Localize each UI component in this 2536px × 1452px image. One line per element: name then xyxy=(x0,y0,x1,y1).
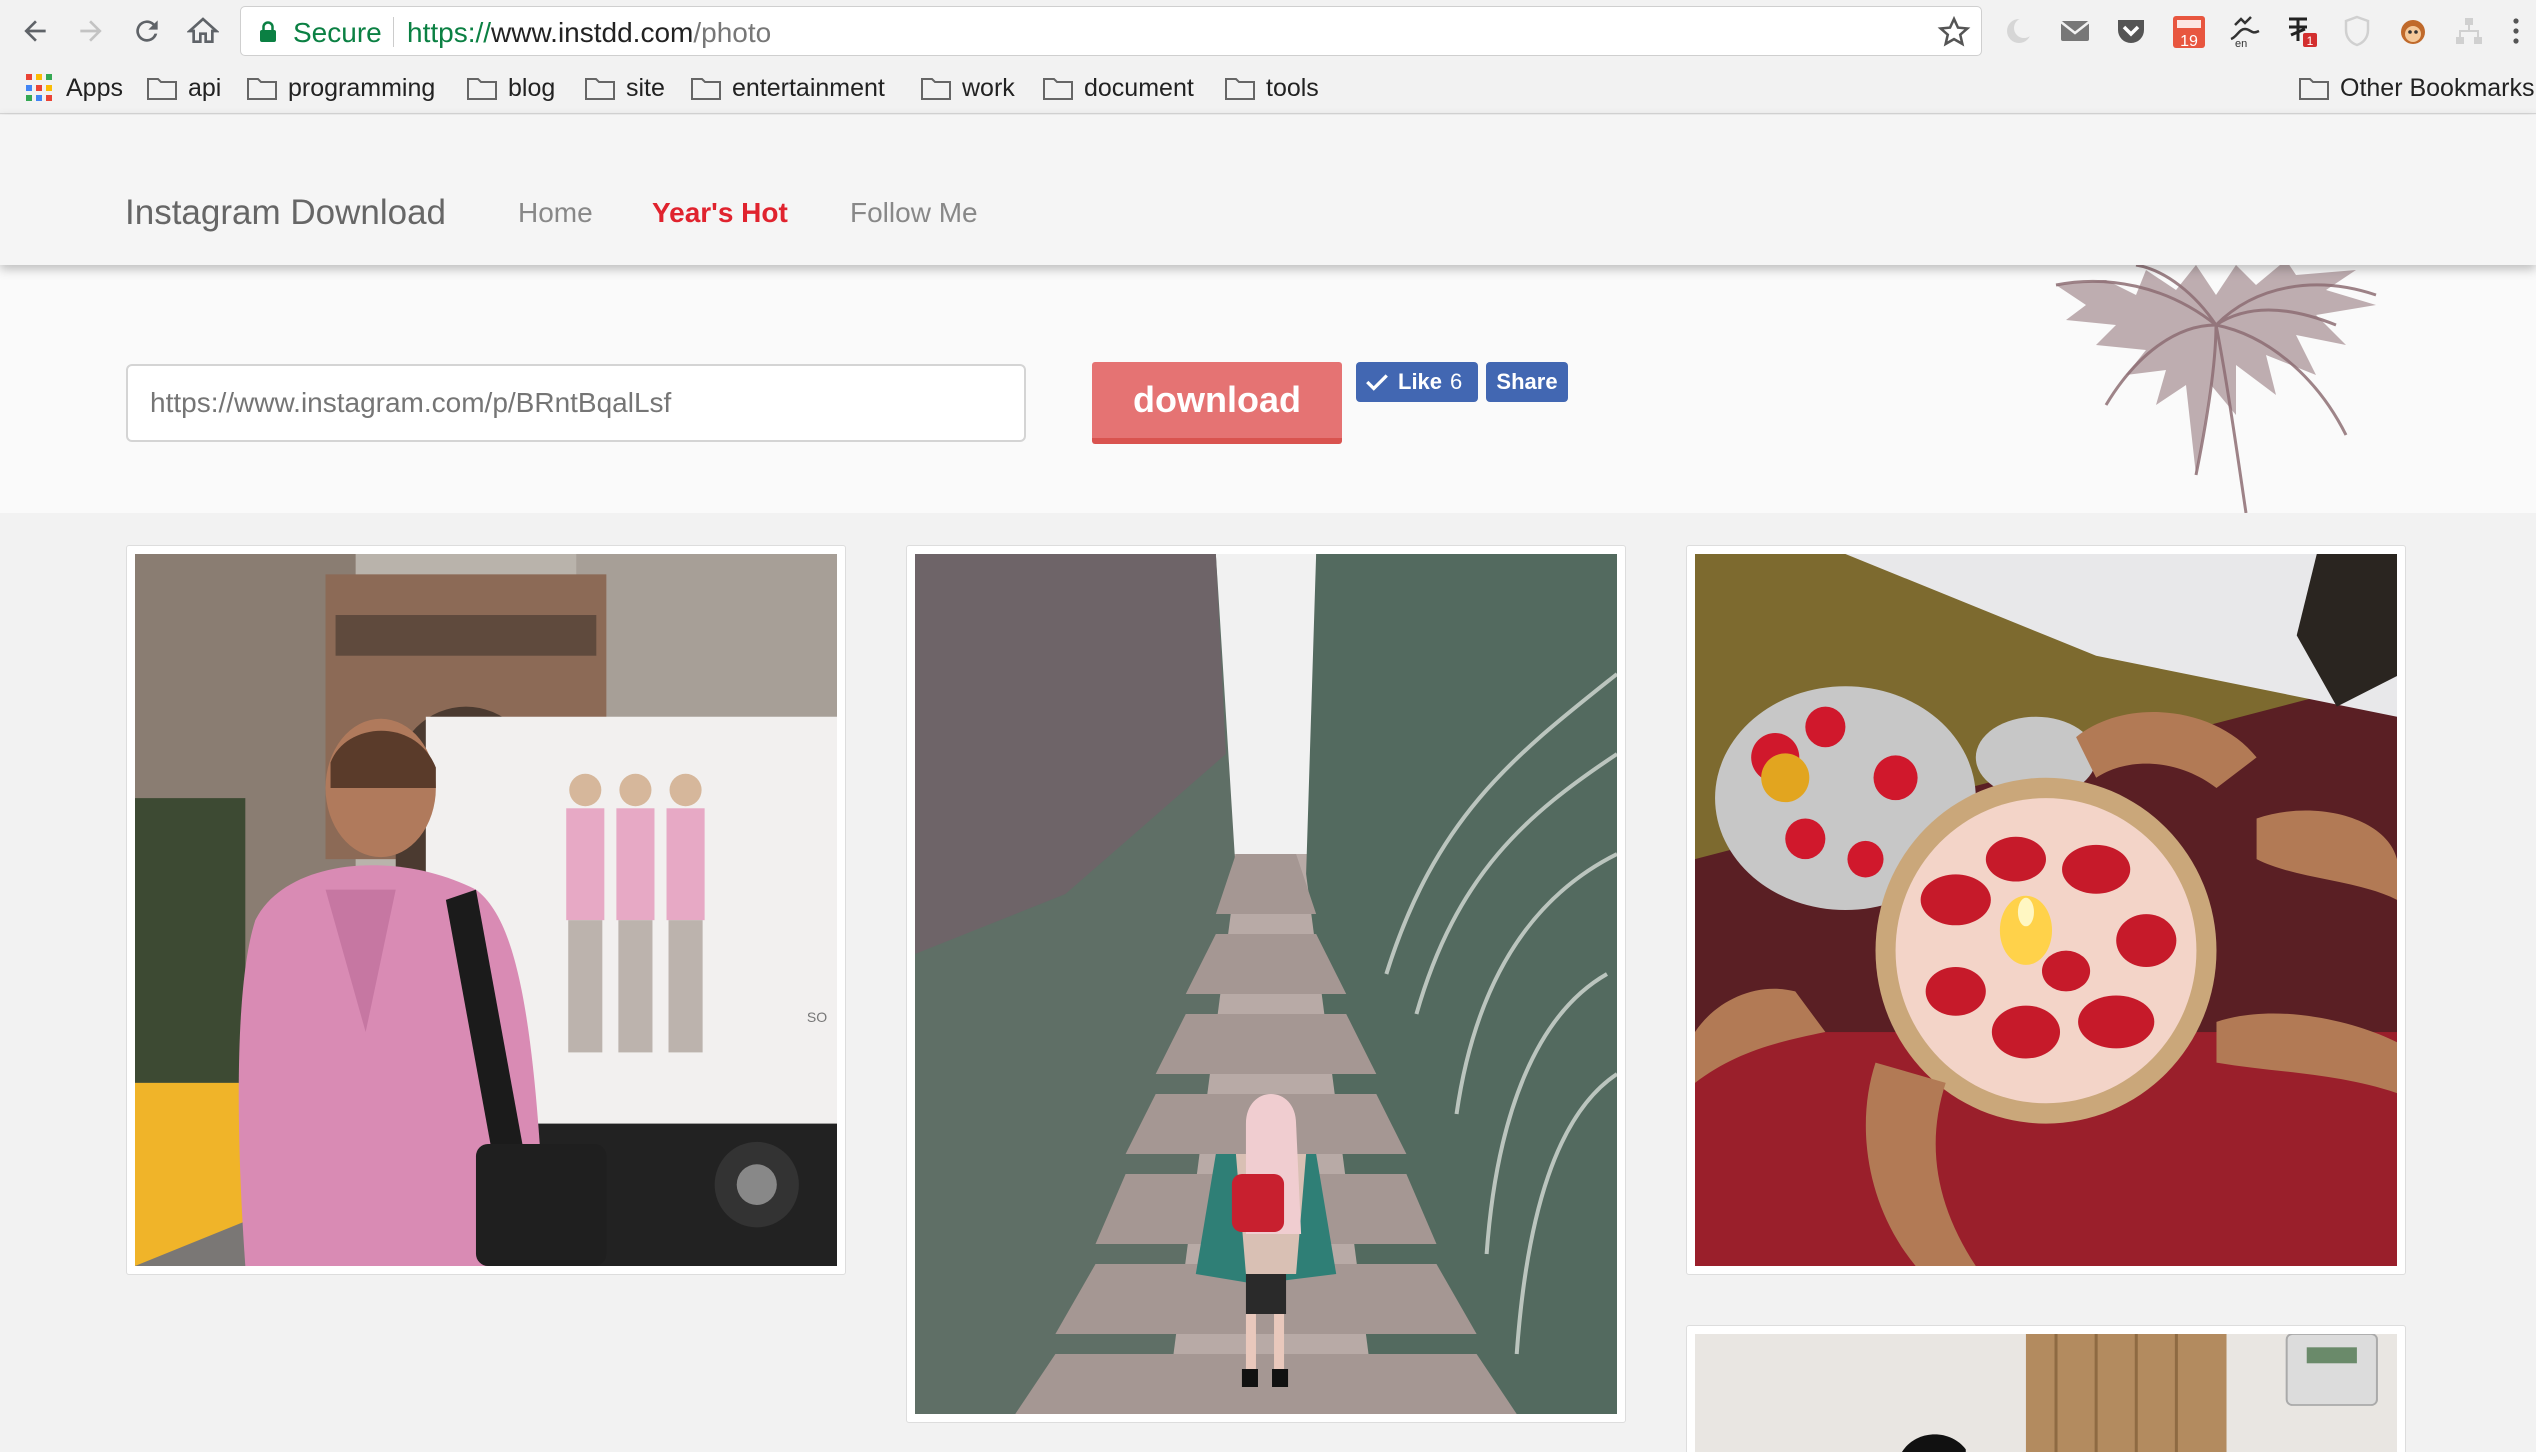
like-count: 6 xyxy=(1450,369,1463,394)
url-host: www.instdd.com xyxy=(491,17,694,48)
mail-icon xyxy=(2060,21,2090,41)
bookmark-label: document xyxy=(1084,73,1194,102)
extension-chinese[interactable]: 1 xyxy=(2282,12,2320,50)
photo-man-pink-shirt: SO xyxy=(135,554,837,1266)
instagram-url-input[interactable] xyxy=(126,364,1026,442)
moon-icon xyxy=(2007,18,2034,43)
extension-shield[interactable] xyxy=(2338,12,2376,50)
bookmark-apps[interactable]: Apps xyxy=(26,70,123,106)
photo-card[interactable] xyxy=(1686,1325,2406,1452)
menu-icon xyxy=(2513,18,2519,44)
photo-gallery: SO xyxy=(0,513,2536,1452)
sitemap-icon xyxy=(2456,18,2482,44)
palm-tree-image xyxy=(1816,265,2536,513)
folder-icon xyxy=(585,78,615,100)
bookmarks-bar: Apps api programming blog site entertain… xyxy=(0,62,2536,114)
monkey-icon xyxy=(2401,20,2425,44)
bookmark-folder-site[interactable]: site xyxy=(584,70,665,106)
bookmark-folder-entertainment[interactable]: entertainment xyxy=(690,70,885,106)
calendar-icon: 19 xyxy=(2173,16,2205,49)
photo-card[interactable] xyxy=(906,545,1626,1423)
bookmark-folder-api[interactable]: api xyxy=(146,70,221,106)
bookmark-label: work xyxy=(962,73,1015,102)
bookmark-label: api xyxy=(188,73,222,102)
bookmark-label: entertainment xyxy=(732,73,885,102)
bookmark-label: tools xyxy=(1266,73,1319,102)
chinese-ext-badge: 1 xyxy=(2307,34,2314,48)
address-bar[interactable]: Secure https://www.instdd.com/photo xyxy=(240,6,1982,56)
bookmark-label: programming xyxy=(288,73,436,102)
forward-icon xyxy=(80,20,102,42)
url-scheme: https:// xyxy=(407,17,492,48)
folder-icon xyxy=(247,78,277,100)
secure-label: Secure xyxy=(293,17,382,48)
photo-hospital-room xyxy=(1695,1334,2397,1452)
bookmark-folder-document[interactable]: document xyxy=(1042,70,1194,106)
forward-button[interactable] xyxy=(68,8,114,54)
truck-text: SO xyxy=(807,1009,827,1025)
folder-icon xyxy=(691,78,721,100)
extension-sitemap[interactable] xyxy=(2450,12,2488,50)
like-label: Like xyxy=(1398,369,1443,394)
site-brand[interactable]: Instagram Download xyxy=(125,193,446,233)
extension-calendar[interactable]: 19 xyxy=(2170,12,2208,50)
photo-card[interactable]: SO xyxy=(126,545,846,1275)
browser-toolbar: Secure https://www.instdd.com/photo 19 e… xyxy=(0,0,2536,62)
browser-menu-button[interactable] xyxy=(2502,12,2530,50)
checkmark-icon xyxy=(1366,374,1388,391)
home-icon xyxy=(187,17,219,43)
nav-years-hot[interactable]: Year's Hot xyxy=(652,197,788,229)
facebook-share-button[interactable]: Share xyxy=(1486,362,1568,402)
back-button[interactable] xyxy=(12,8,58,54)
folder-icon xyxy=(467,78,497,100)
shield-icon xyxy=(2344,15,2370,47)
photo-rose-petal-plate xyxy=(1695,554,2397,1266)
extension-monkey[interactable] xyxy=(2394,12,2432,50)
extension-mail[interactable] xyxy=(2056,12,2094,50)
translate-icon: en xyxy=(2230,16,2260,49)
download-button[interactable]: download xyxy=(1092,362,1342,444)
back-icon xyxy=(24,20,46,42)
folder-icon xyxy=(1225,78,1255,100)
nav-follow-me[interactable]: Follow Me xyxy=(850,197,978,229)
folder-icon xyxy=(1043,78,1073,100)
extension-translate[interactable]: en xyxy=(2226,12,2264,50)
reload-button[interactable] xyxy=(124,8,170,54)
bookmark-folder-programming[interactable]: programming xyxy=(246,70,435,106)
facebook-like-button[interactable]: Like 6 xyxy=(1356,362,1478,402)
bookmark-folder-tools[interactable]: tools xyxy=(1224,70,1319,106)
folder-icon xyxy=(2299,78,2329,100)
folder-icon xyxy=(921,78,951,100)
bookmark-folder-blog[interactable]: blog xyxy=(466,70,555,106)
site-navbar: Instagram Download Home Year's Hot Follo… xyxy=(0,115,2536,265)
reload-icon xyxy=(136,20,158,42)
chinese-ext-icon: 1 xyxy=(2289,17,2317,48)
folder-icon xyxy=(147,78,177,100)
photo-card[interactable] xyxy=(1686,545,2406,1275)
omnibox-divider xyxy=(393,17,394,47)
bookmark-apps-label: Apps xyxy=(66,73,123,102)
extension-moon[interactable] xyxy=(2000,12,2038,50)
calendar-badge: 19 xyxy=(2180,33,2198,49)
nav-home[interactable]: Home xyxy=(518,197,593,229)
star-icon[interactable] xyxy=(1937,15,1971,49)
extension-pocket[interactable] xyxy=(2112,12,2150,50)
bookmark-label: site xyxy=(626,73,665,102)
lock-icon xyxy=(260,21,276,42)
home-button[interactable] xyxy=(180,8,226,54)
bookmark-label: blog xyxy=(508,73,556,102)
download-hero: download Like 6 Share xyxy=(0,265,2536,513)
svg-text:en: en xyxy=(2235,38,2247,49)
url-path: /photo xyxy=(693,17,772,48)
bookmark-folder-other[interactable]: Other Bookmarks xyxy=(2298,70,2535,106)
apps-grid-icon xyxy=(26,74,54,102)
url-text: https://www.instdd.com/photo xyxy=(407,17,771,49)
photo-girl-stairs xyxy=(915,554,1617,1414)
bookmark-folder-work[interactable]: work xyxy=(920,70,1015,106)
pocket-icon xyxy=(2118,20,2144,43)
bookmark-label: Other Bookmarks xyxy=(2340,73,2535,102)
